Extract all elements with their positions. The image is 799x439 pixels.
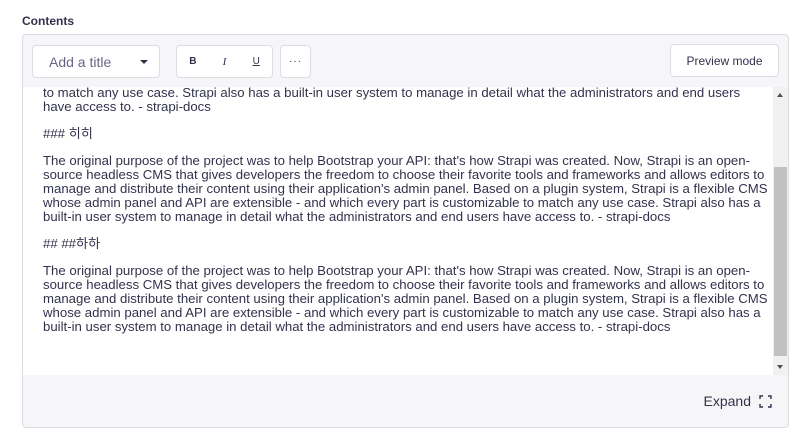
expand-label: Expand bbox=[703, 393, 751, 409]
scroll-down-arrow-icon[interactable] bbox=[777, 365, 783, 369]
editor-content[interactable]: to match any use case. Strapi also has a… bbox=[23, 87, 788, 375]
field-label: Contents bbox=[22, 14, 74, 28]
editor-toolbar: Add a title B I U ··· Preview mode bbox=[23, 35, 788, 87]
heading-line: ### 히히 bbox=[43, 126, 93, 141]
text-paragraph: The original purpose of the project was … bbox=[43, 153, 768, 224]
markdown-editor: Add a title B I U ··· Preview mode to ma… bbox=[22, 34, 789, 428]
chevron-down-icon bbox=[140, 60, 148, 64]
title-select-label: Add a title bbox=[49, 53, 112, 70]
bold-button[interactable]: B bbox=[177, 46, 209, 77]
more-options-button[interactable]: ··· bbox=[280, 45, 311, 78]
preview-mode-button[interactable]: Preview mode bbox=[670, 44, 779, 77]
title-select[interactable]: Add a title bbox=[32, 45, 160, 78]
scrollbar-thumb[interactable] bbox=[774, 167, 787, 356]
vertical-scrollbar[interactable] bbox=[773, 87, 788, 375]
scroll-up-arrow-icon[interactable] bbox=[777, 93, 783, 97]
text-paragraph: to match any use case. Strapi also has a… bbox=[43, 87, 741, 114]
text-paragraph: The original purpose of the project was … bbox=[43, 263, 768, 334]
expand-icon bbox=[759, 394, 772, 408]
expand-button[interactable]: Expand bbox=[704, 393, 772, 409]
heading-line: ## ##하하 bbox=[43, 236, 101, 251]
editor-text[interactable]: to match any use case. Strapi also has a… bbox=[43, 87, 768, 347]
italic-button[interactable]: I bbox=[209, 46, 241, 77]
format-button-group: B I U bbox=[176, 45, 273, 78]
underline-button[interactable]: U bbox=[240, 46, 272, 77]
